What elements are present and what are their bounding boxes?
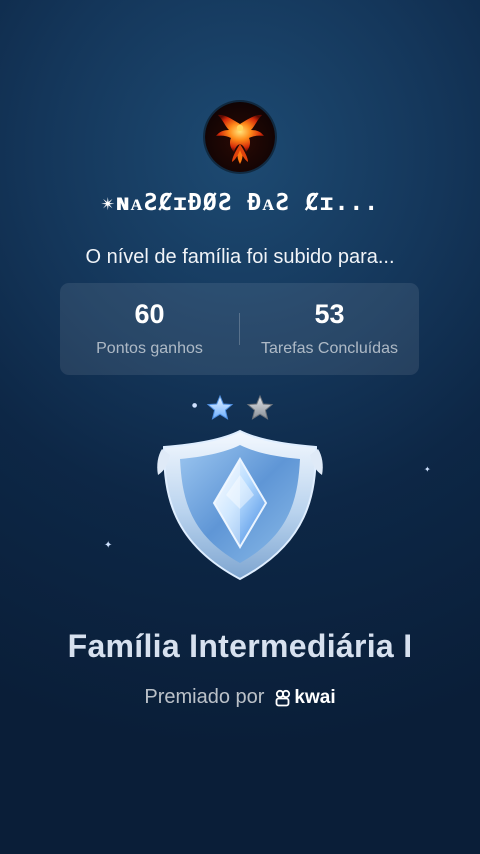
- awarded-label: Premiado por: [144, 686, 265, 708]
- family-avatar[interactable]: [205, 102, 275, 172]
- kwai-logo: kwai: [274, 686, 336, 709]
- sparkle-icon: ●: [192, 402, 198, 409]
- star-empty-icon: [246, 394, 274, 420]
- kwai-brand-text: kwai: [294, 686, 336, 708]
- phoenix-icon: [216, 114, 264, 164]
- star-filled-icon: [206, 394, 234, 420]
- points-value: 60: [134, 298, 165, 329]
- stats-panel: 60 Pontos ganhos 53 Tarefas Concluídas: [60, 283, 419, 375]
- tasks-label: Tarefas Concluídas: [261, 339, 398, 357]
- level-stars: [206, 394, 274, 420]
- points-stat: 60 Pontos ganhos: [60, 283, 239, 375]
- tasks-value: 53: [314, 298, 345, 329]
- kwai-logo-icon: [276, 689, 291, 706]
- family-name: ✴ɴᴀƧȻɪƉØƧ ƉᴀƧ Ȼɪ...: [100, 190, 380, 216]
- level-up-message: O nível de família foi subido para...: [85, 246, 395, 268]
- sparkle-icon: ✦: [104, 540, 113, 551]
- awarded-by: Premiado por kwai: [0, 686, 480, 709]
- tasks-stat: 53 Tarefas Concluídas: [240, 283, 419, 375]
- points-label: Pontos ganhos: [96, 339, 203, 357]
- shield-crystal-icon: [157, 429, 323, 581]
- level-title: Família Intermediária I: [67, 628, 413, 664]
- sparkle-icon: ✦: [424, 465, 431, 474]
